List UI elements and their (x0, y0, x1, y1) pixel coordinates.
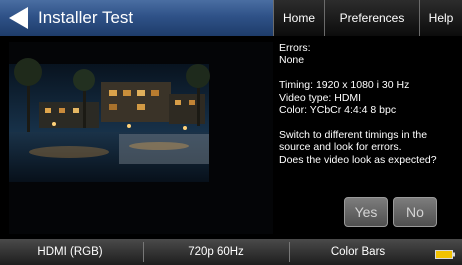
timing-button[interactable]: 720p 60Hz (146, 239, 286, 265)
tab-home[interactable]: Home (273, 0, 324, 36)
divider (289, 242, 290, 262)
info-panel: Errors: None Timing: 1920 x 1080 i 30 Hz… (279, 42, 459, 178)
title-bar: Installer Test Home Preferences Help (0, 0, 462, 36)
screen-title: Installer Test (38, 8, 134, 27)
instruction-line-3: Does the video look as expected? (279, 153, 437, 166)
no-button[interactable]: No (393, 197, 437, 227)
nav-tabs: Home Preferences Help (273, 0, 462, 36)
video-type-text: Video type: HDMI (279, 91, 362, 104)
status-bar: HDMI (RGB) 720p 60Hz Color Bars (0, 239, 462, 265)
back-arrow-icon[interactable] (8, 6, 30, 30)
instruction-line-1: Switch to different timings in the (279, 128, 428, 141)
battery-icon (435, 250, 455, 259)
errors-value: None (279, 54, 305, 67)
divider (143, 242, 144, 262)
source-format-button[interactable]: HDMI (RGB) (0, 239, 140, 265)
timing-text: Timing: 1920 x 1080 i 30 Hz (279, 79, 410, 92)
tab-help[interactable]: Help (419, 0, 462, 36)
errors-label: Errors: (279, 42, 311, 54)
instruction-line-2: source and look for errors. (279, 141, 402, 154)
pattern-button[interactable]: Color Bars (292, 239, 424, 265)
color-text: Color: YCbCr 4:4:4 8 bpc (279, 104, 397, 117)
video-preview (9, 42, 273, 234)
tab-preferences[interactable]: Preferences (324, 0, 419, 36)
yes-button[interactable]: Yes (344, 197, 388, 227)
night-scene-image (9, 42, 273, 234)
